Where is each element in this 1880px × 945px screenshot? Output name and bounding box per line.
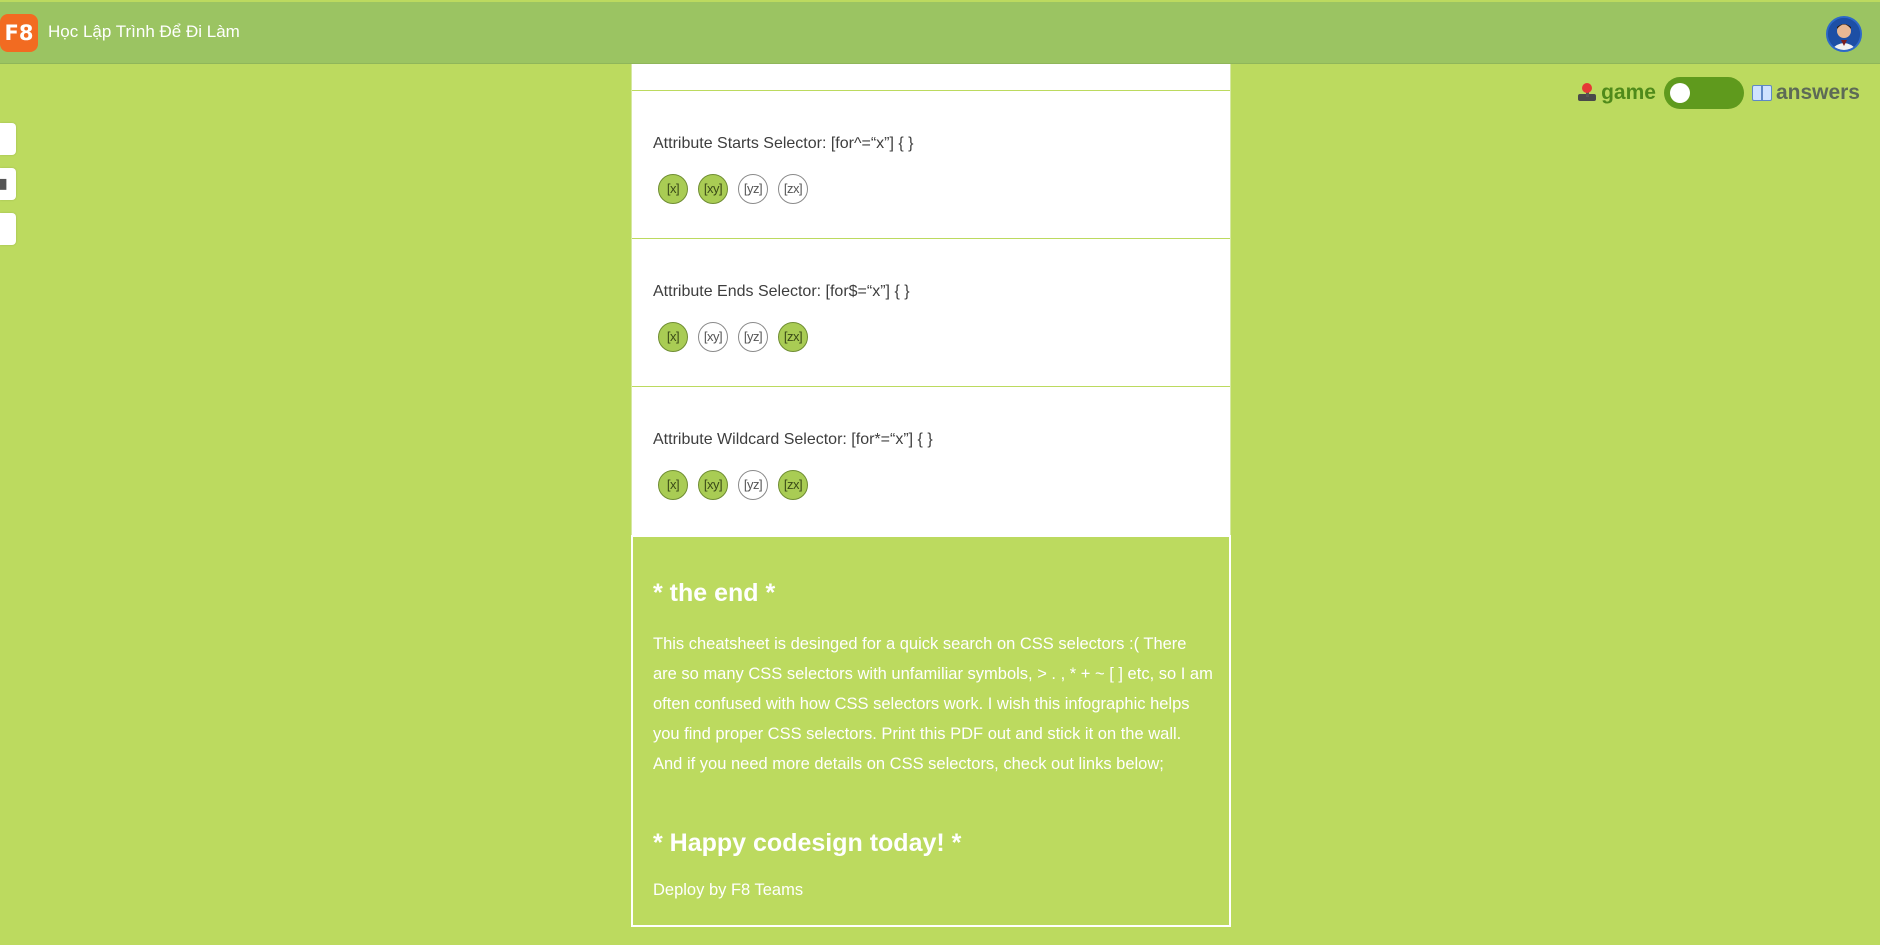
side-tab-3[interactable]	[0, 213, 16, 245]
end-title: * the end *	[653, 579, 776, 607]
chip-group: [x] [xy] [yz] [zx]	[658, 470, 808, 500]
f8-logo[interactable]: F8	[0, 14, 38, 52]
the-end-card: * the end * This cheatsheet is desinged …	[631, 535, 1231, 927]
game-label-text: game	[1601, 81, 1656, 104]
chip[interactable]: [yz]	[738, 174, 768, 204]
book-icon: █	[0, 179, 7, 189]
chip[interactable]: [x]	[658, 470, 688, 500]
chip[interactable]: [zx]	[778, 470, 808, 500]
chip-group: [x] [xy] [yz] [zx]	[658, 322, 808, 352]
section-label: Attribute Starts Selector: [for^=“x”] { …	[653, 135, 914, 152]
panel-top-strip	[632, 64, 1230, 91]
chip[interactable]: [zx]	[778, 174, 808, 204]
side-tab-2[interactable]: █	[0, 168, 16, 200]
end-description: This cheatsheet is desinged for a quick …	[653, 635, 1213, 773]
selector-section-wildcard: Attribute Wildcard Selector: [for*=“x”] …	[632, 387, 1230, 535]
chip[interactable]: [xy]	[698, 322, 728, 352]
user-avatar[interactable]	[1826, 16, 1862, 52]
section-label: Attribute Ends Selector: [for$=“x”] { }	[653, 283, 910, 300]
chip[interactable]: [xy]	[698, 470, 728, 500]
chip[interactable]: [xy]	[698, 174, 728, 204]
game-answers-switch[interactable]	[1663, 77, 1744, 109]
top-navbar: F8 Học Lập Trình Để Đi Làm	[0, 2, 1880, 64]
chip[interactable]: [x]	[658, 322, 688, 352]
chip[interactable]: [yz]	[738, 322, 768, 352]
mode-toggle-bar: game answers	[1577, 77, 1860, 109]
open-book-icon	[1751, 85, 1772, 101]
site-title[interactable]: Học Lập Trình Để Đi Làm	[48, 22, 240, 42]
game-mode-label[interactable]: game	[1577, 81, 1656, 105]
joystick-icon	[1577, 83, 1597, 103]
answers-label-text: answers	[1775, 81, 1860, 104]
chip[interactable]: [zx]	[778, 322, 808, 352]
selector-section-starts: Attribute Starts Selector: [for^=“x”] { …	[632, 91, 1230, 239]
chip[interactable]: [yz]	[738, 470, 768, 500]
chip-group: [x] [xy] [yz] [zx]	[658, 174, 808, 204]
selector-section-ends: Attribute Ends Selector: [for$=“x”] { } …	[632, 239, 1230, 387]
chip[interactable]: [x]	[658, 174, 688, 204]
switch-thumb	[1669, 83, 1690, 103]
answers-mode-label[interactable]: answers	[1751, 81, 1860, 105]
happy-codesign-heading: * Happy codesign today! *	[653, 829, 962, 857]
selector-panel: Attribute Starts Selector: [for^=“x”] { …	[631, 64, 1231, 535]
side-tab-1[interactable]	[0, 123, 16, 155]
section-label: Attribute Wildcard Selector: [for*=“x”] …	[653, 431, 933, 448]
deploy-credit: Deploy by F8 Teams	[653, 881, 804, 899]
